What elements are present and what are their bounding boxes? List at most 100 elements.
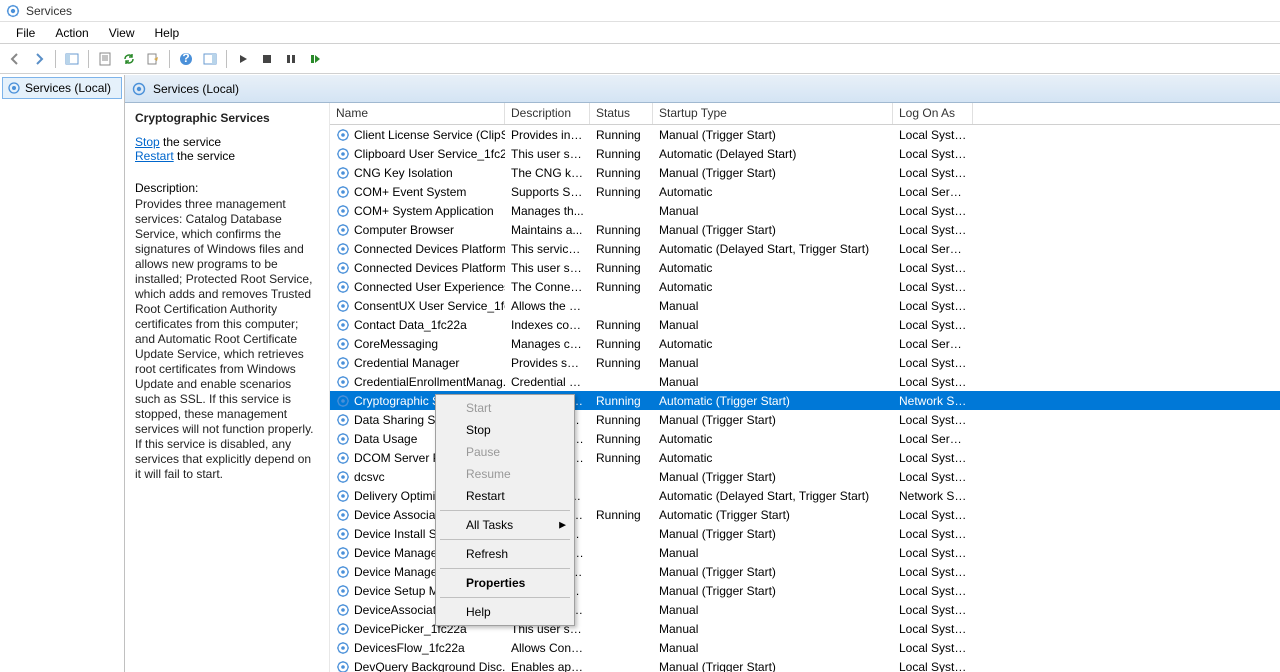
restart-suffix: the service	[174, 149, 235, 163]
ctx-refresh[interactable]: Refresh	[438, 543, 572, 565]
cell-description: This service i...	[505, 241, 590, 257]
refresh-icon[interactable]	[118, 48, 140, 70]
menu-file[interactable]: File	[6, 24, 45, 42]
cell-logon: Local Service	[893, 431, 973, 447]
cell-logon: Local Service	[893, 336, 973, 352]
cell-name: Contact Data_1fc22a	[354, 318, 467, 332]
export-list-icon[interactable]	[142, 48, 164, 70]
menu-help[interactable]: Help	[145, 24, 190, 42]
ctx-properties[interactable]: Properties	[438, 572, 572, 594]
toolbar-separator	[226, 50, 227, 68]
toolbar-separator	[88, 50, 89, 68]
forward-icon[interactable]	[28, 48, 50, 70]
tree-pane: Services (Local)	[0, 75, 125, 672]
cell-status: Running	[590, 412, 653, 428]
cell-description: The CNG ke...	[505, 165, 590, 181]
table-row[interactable]: COM+ Event SystemSupports Sy...RunningAu…	[330, 182, 1280, 201]
cell-status	[590, 590, 653, 592]
help-icon[interactable]: ?	[175, 48, 197, 70]
service-gear-icon	[336, 299, 350, 313]
cell-startup: Manual (Trigger Start)	[653, 165, 893, 181]
cell-logon: Local System	[893, 640, 973, 656]
table-row[interactable]: Contact Data_1fc22aIndexes cont...Runnin…	[330, 315, 1280, 334]
cell-name: Computer Browser	[354, 223, 454, 237]
cell-startup: Automatic	[653, 450, 893, 466]
table-row[interactable]: Credential ManagerProvides sec...Running…	[330, 353, 1280, 372]
cell-startup: Manual	[653, 355, 893, 371]
menu-action[interactable]: Action	[45, 24, 98, 42]
cell-startup: Automatic (Delayed Start, Trigger Start)	[653, 241, 893, 257]
restart-link[interactable]: Restart	[135, 149, 174, 163]
cell-status: Running	[590, 127, 653, 143]
cell-status: Running	[590, 355, 653, 371]
ctx-all-tasks[interactable]: All Tasks▶	[438, 514, 572, 536]
service-gear-icon	[336, 546, 350, 560]
cell-status: Running	[590, 260, 653, 276]
service-gear-icon	[336, 337, 350, 351]
start-service-icon[interactable]	[232, 48, 254, 70]
table-row[interactable]: DevQuery Background Disc...Enables app..…	[330, 657, 1280, 672]
cell-logon: Local System	[893, 222, 973, 238]
cell-logon: Local System	[893, 374, 973, 390]
show-hide-tree-icon[interactable]	[61, 48, 83, 70]
cell-status: Running	[590, 279, 653, 295]
table-row[interactable]: Connected Devices Platform ...This servi…	[330, 239, 1280, 258]
stop-service-icon[interactable]	[256, 48, 278, 70]
table-row[interactable]: CNG Key IsolationThe CNG ke...RunningMan…	[330, 163, 1280, 182]
show-hide-action-pane-icon[interactable]	[199, 48, 221, 70]
cell-logon: Local System	[893, 146, 973, 162]
cell-status: Running	[590, 241, 653, 257]
table-row[interactable]: CoreMessagingManages co...RunningAutomat…	[330, 334, 1280, 353]
tree-services-local[interactable]: Services (Local)	[2, 77, 122, 99]
cell-description: Indexes cont...	[505, 317, 590, 333]
cell-name: Clipboard User Service_1fc22a	[354, 147, 505, 161]
back-icon[interactable]	[4, 48, 26, 70]
content-pane: Services (Local) Cryptographic Services …	[125, 75, 1280, 672]
cell-startup: Automatic	[653, 260, 893, 276]
cell-startup: Manual	[653, 621, 893, 637]
toolbar: ?	[0, 44, 1280, 74]
ctx-stop[interactable]: Stop	[438, 419, 572, 441]
cell-description: The Connect...	[505, 279, 590, 295]
cell-status	[590, 476, 653, 478]
cell-startup: Manual (Trigger Start)	[653, 469, 893, 485]
table-row[interactable]: ConsentUX User Service_1fc...Allows the …	[330, 296, 1280, 315]
services-icon	[7, 81, 21, 95]
col-description[interactable]: Description	[505, 103, 590, 124]
cell-status: Running	[590, 507, 653, 523]
cell-status: Running	[590, 450, 653, 466]
table-row[interactable]: CredentialEnrollmentManag...Credential E…	[330, 372, 1280, 391]
table-row[interactable]: COM+ System ApplicationManages th...Manu…	[330, 201, 1280, 220]
cell-status: Running	[590, 146, 653, 162]
pause-service-icon[interactable]	[280, 48, 302, 70]
table-row[interactable]: Computer BrowserMaintains a...RunningMan…	[330, 220, 1280, 239]
table-row[interactable]: Connected Devices Platform ...This user …	[330, 258, 1280, 277]
col-log-on-as[interactable]: Log On As	[893, 103, 973, 124]
col-startup-type[interactable]: Startup Type	[653, 103, 893, 124]
menu-view[interactable]: View	[99, 24, 145, 42]
cell-startup: Manual	[653, 317, 893, 333]
cell-name: CNG Key Isolation	[354, 166, 453, 180]
restart-service-icon[interactable]	[304, 48, 326, 70]
stop-link[interactable]: Stop	[135, 135, 160, 149]
cell-name: DevicesFlow_1fc22a	[354, 641, 465, 655]
table-row[interactable]: DevicesFlow_1fc22aAllows Conn...ManualLo…	[330, 638, 1280, 657]
properties-icon[interactable]	[94, 48, 116, 70]
service-gear-icon	[336, 622, 350, 636]
ctx-restart[interactable]: Restart	[438, 485, 572, 507]
cell-startup: Automatic (Trigger Start)	[653, 507, 893, 523]
ctx-help[interactable]: Help	[438, 601, 572, 623]
cell-status	[590, 305, 653, 307]
table-row[interactable]: Clipboard User Service_1fc22aThis user s…	[330, 144, 1280, 163]
col-name[interactable]: Name	[330, 103, 505, 124]
table-row[interactable]: Connected User Experiences ...The Connec…	[330, 277, 1280, 296]
col-status[interactable]: Status	[590, 103, 653, 124]
cell-logon: Local System	[893, 450, 973, 466]
table-row[interactable]: Client License Service (ClipSV...Provide…	[330, 125, 1280, 144]
cell-logon: Local System	[893, 412, 973, 428]
cell-startup: Manual (Trigger Start)	[653, 526, 893, 542]
cell-startup: Manual	[653, 545, 893, 561]
cell-logon: Network Se...	[893, 488, 973, 504]
cell-logon: Local System	[893, 507, 973, 523]
service-gear-icon	[336, 356, 350, 370]
